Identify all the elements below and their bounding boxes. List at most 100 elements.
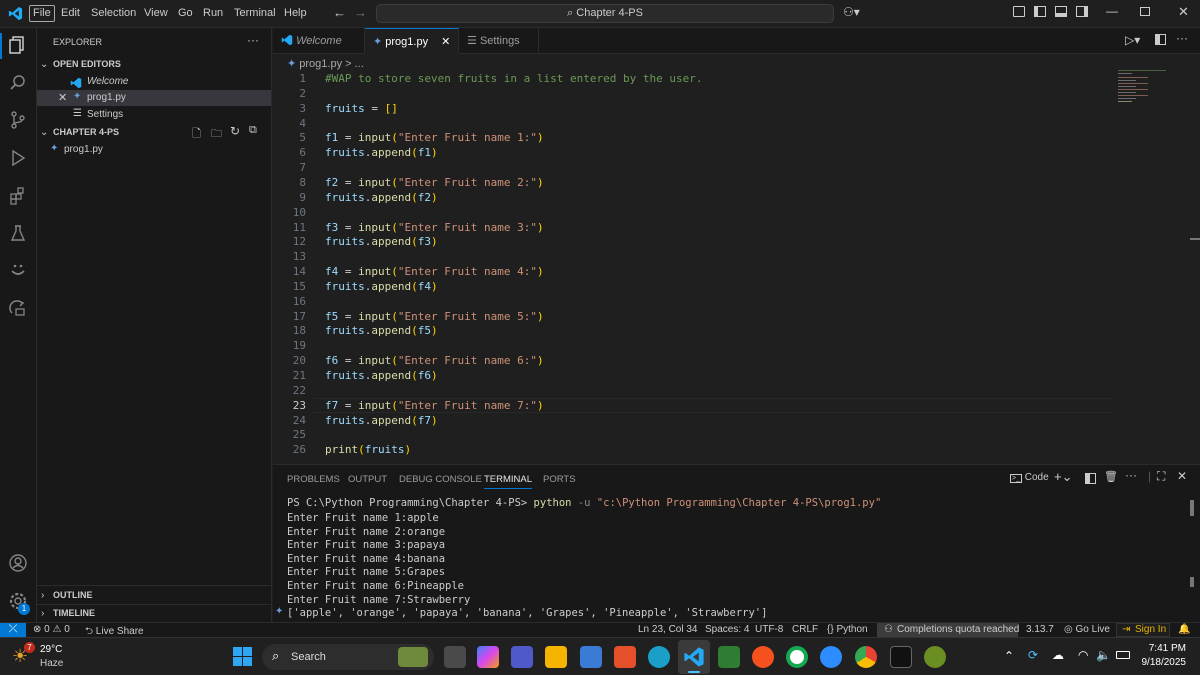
code-editor[interactable]: ✦ prog1.py > ... 1 #WAP to store seven fr… (273, 54, 1200, 463)
edge-browser-icon[interactable] (648, 646, 670, 668)
open-editor-welcome[interactable]: Welcome (37, 75, 271, 91)
panel-tab-problems[interactable]: PROBLEMS (287, 474, 340, 485)
open-editor-prog1[interactable]: ✕ ✦ prog1.py (37, 90, 271, 106)
split-terminal-icon[interactable] (1085, 473, 1096, 484)
onedrive-cloud-icon[interactable]: ☁ (1052, 648, 1064, 662)
new-terminal-icon[interactable]: +⌄ (1054, 469, 1072, 485)
trash-icon[interactable]: 🗑 (1104, 470, 1118, 483)
code-line[interactable]: f6 = input("Enter Fruit name 6:") (325, 354, 544, 367)
folder-header[interactable]: CHAPTER 4-PS (53, 127, 119, 137)
weather-temp[interactable]: 29°C (40, 644, 62, 655)
terminal-scrollbar[interactable] (1190, 500, 1194, 516)
tab-welcome[interactable]: Welcome (273, 28, 365, 54)
more-actions-icon[interactable]: ··· (1176, 31, 1188, 45)
problems-summary[interactable]: ⊗ 0 ⚠ 0 (33, 624, 70, 635)
chevron-up-icon[interactable]: ⌃ (1004, 649, 1014, 663)
code-line[interactable]: f3 = input("Enter Fruit name 3:") (325, 221, 544, 234)
toggle-panel-icon[interactable] (1055, 6, 1067, 17)
indentation[interactable]: Spaces: 4 (705, 624, 749, 635)
live-share-smile-icon[interactable] (7, 260, 29, 282)
menu-help[interactable]: Help (284, 7, 307, 19)
copilot-app-icon[interactable] (477, 646, 499, 668)
clock-date[interactable]: 9/18/2025 (1131, 657, 1187, 668)
teams-icon[interactable] (511, 646, 533, 668)
code-line[interactable]: #WAP to store seven fruits in a list ent… (325, 72, 703, 85)
brave-browser-icon[interactable] (614, 646, 636, 668)
git-app-icon[interactable] (718, 646, 740, 668)
code-line[interactable]: f1 = input("Enter Fruit name 1:") (325, 131, 544, 144)
toggle-sidebar-icon[interactable] (1034, 6, 1046, 17)
tab-prog1[interactable]: ✦ prog1.py ✕ (365, 28, 459, 54)
file-tree-prog1[interactable]: ✦ prog1.py (37, 142, 271, 158)
toggle-secondary-sidebar-icon[interactable] (1076, 6, 1088, 17)
remote-indicator-icon[interactable]: ⤫ (0, 623, 26, 637)
code-line[interactable]: fruits.append(f5) (325, 324, 438, 337)
account-icon[interactable] (7, 553, 29, 575)
code-line[interactable]: f7 = input("Enter Fruit name 7:") (325, 399, 544, 412)
panel-tab-output[interactable]: OUTPUT (348, 474, 387, 485)
wifi-icon[interactable]: ◠ (1078, 648, 1088, 662)
manage-gear-icon[interactable]: 1 (7, 591, 30, 615)
copilot-status[interactable]: ⚇ Completions quota reached (877, 623, 1019, 637)
minimize-icon[interactable]: — (1106, 4, 1118, 18)
code-line[interactable]: fruits.append(f7) (325, 414, 438, 427)
terminal-command-line[interactable]: PS C:\Python Programming\Chapter 4-PS> p… (287, 497, 881, 509)
tab-settings[interactable]: ☰ Settings (459, 28, 539, 54)
code-line[interactable]: print(fruits) (325, 443, 411, 456)
notifications-bell-icon[interactable]: 🔔 (1178, 624, 1190, 635)
minimap[interactable] (1118, 70, 1178, 110)
vscode-taskbar-active[interactable] (678, 640, 710, 674)
code-line[interactable]: fruits.append(f4) (325, 280, 438, 293)
line-ending[interactable]: CRLF (792, 624, 818, 635)
menu-edit[interactable]: Edit (61, 7, 80, 19)
timeline-header[interactable]: TIMELINE (53, 608, 95, 618)
code-line[interactable]: fruits.append(f3) (325, 235, 438, 248)
panel-tab-debug-console[interactable]: DEBUG CONSOLE (399, 474, 482, 485)
cursor-position[interactable]: Ln 23, Col 34 (638, 624, 698, 635)
source-control-icon[interactable] (7, 110, 29, 132)
code-line[interactable]: fruits = [] (325, 102, 398, 115)
close-tab-icon[interactable]: ✕ (441, 36, 450, 48)
menu-file[interactable]: File (29, 5, 55, 22)
code-line[interactable]: f4 = input("Enter Fruit name 4:") (325, 265, 544, 278)
extra-app-icon[interactable] (924, 646, 946, 668)
zoom-icon[interactable] (820, 646, 842, 668)
mongodb-icon[interactable] (786, 646, 808, 668)
menu-terminal[interactable]: Terminal (234, 7, 276, 19)
chevron-right-icon[interactable]: › (41, 608, 44, 619)
python-version[interactable]: 3.13.7 (1026, 624, 1054, 635)
chevron-down-icon[interactable]: ⌄ (40, 127, 48, 138)
close-panel-icon[interactable]: ✕ (1177, 469, 1187, 483)
open-editor-settings[interactable]: ☰ Settings (37, 107, 271, 123)
testing-flask-icon[interactable] (7, 223, 29, 245)
taskbar-search[interactable]: ⌕ Search (262, 644, 434, 670)
menu-selection[interactable]: Selection (91, 7, 136, 19)
code-line[interactable]: fruits.append(f6) (325, 369, 438, 382)
chevron-right-icon[interactable]: › (41, 590, 44, 601)
menu-view[interactable]: View (144, 7, 168, 19)
code-line[interactable]: f5 = input("Enter Fruit name 5:") (325, 310, 544, 323)
restore-icon[interactable] (1140, 7, 1150, 16)
encoding[interactable]: UTF-8 (755, 624, 783, 635)
split-editor-icon[interactable] (1155, 34, 1166, 45)
back-arrow-icon[interactable]: ← (333, 5, 346, 20)
extensions-icon[interactable] (7, 186, 29, 208)
forward-arrow-icon[interactable]: → (354, 5, 367, 20)
battery-icon[interactable] (1116, 651, 1130, 659)
panel-tab-terminal[interactable]: TERMINAL (484, 474, 533, 489)
code-line[interactable]: f2 = input("Enter Fruit name 2:") (325, 176, 544, 189)
run-debug-icon[interactable] (7, 148, 29, 170)
panel-tab-ports[interactable]: PORTS (543, 474, 576, 485)
open-editors-header[interactable]: OPEN EDITORS (53, 59, 121, 69)
weather-widget[interactable]: ☀ 7 (12, 642, 36, 668)
outline-header[interactable]: OUTLINE (53, 590, 93, 600)
more-actions-icon[interactable]: ··· (1125, 468, 1137, 482)
explorer-icon[interactable] (7, 35, 29, 57)
command-center[interactable]: ⌕ Chapter 4-PS (376, 4, 834, 23)
volume-icon[interactable]: 🔈 (1096, 648, 1111, 662)
layout-customize-icon[interactable] (1013, 6, 1025, 17)
code-line[interactable]: fruits.append(f2) (325, 191, 438, 204)
task-view-icon[interactable] (444, 646, 466, 668)
terminal-scrollbar-thumb[interactable] (1190, 577, 1194, 587)
language-mode[interactable]: {} Python (827, 624, 868, 635)
